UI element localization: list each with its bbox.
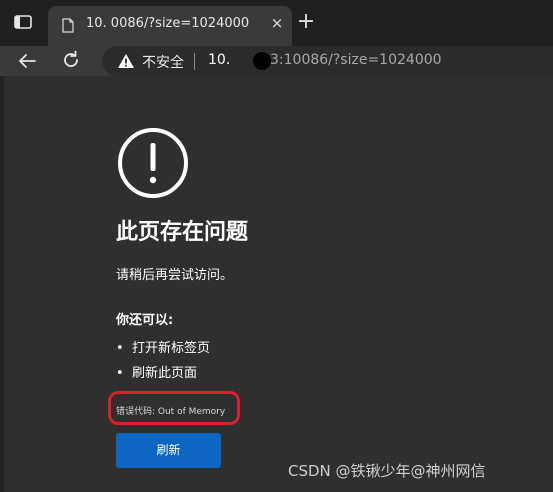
error-page (0, 76, 553, 492)
bullet: • (116, 366, 124, 381)
refresh-button[interactable]: 刷新 (116, 433, 221, 468)
annotation-highlight-box (108, 391, 240, 425)
page-icon (62, 18, 74, 33)
suggestion-item: • 打开新标签页 (116, 337, 210, 356)
suggestion-open-new-tab: 打开新标签页 (132, 341, 211, 356)
error-exclamation-icon (118, 128, 188, 198)
error-message: 请稍后再尝试访问。 (116, 268, 234, 283)
close-tab-icon[interactable]: × (268, 14, 286, 32)
page-title: 此页存在问题 (116, 220, 249, 245)
navigation-toolbar: 不安全 10. 3:10086/?size=1024000 (0, 46, 553, 76)
url-path: 3:10086/?size=1024000 (270, 52, 442, 68)
address-divider (194, 53, 195, 70)
warning-icon[interactable] (117, 53, 135, 69)
suggestion-refresh-page: 刷新此页面 (132, 366, 198, 381)
bullet: • (116, 341, 124, 356)
reload-icon[interactable] (60, 49, 82, 71)
content-edge (0, 76, 4, 492)
url-host: 10. (208, 52, 231, 68)
browser-tab[interactable]: 10. 0086/?size=1024000 × (48, 6, 292, 46)
security-status-label[interactable]: 不安全 (142, 52, 184, 72)
tab-strip: 10. 0086/?size=1024000 × + (0, 0, 553, 46)
tab-actions-icon[interactable] (14, 15, 32, 29)
suggestion-item: • 刷新此页面 (116, 362, 197, 381)
tab-title: 10. 0086/?size=1024000 (86, 16, 250, 31)
suggestions-heading: 你还可以: (116, 313, 174, 328)
address-bar[interactable]: 不安全 10. 3:10086/?size=1024000 (102, 46, 553, 76)
redaction-mark (253, 52, 271, 70)
back-arrow-icon[interactable] (16, 50, 38, 72)
new-tab-icon[interactable]: + (296, 11, 316, 33)
watermark: CSDN @铁锹少年@神州网信 (288, 462, 486, 480)
